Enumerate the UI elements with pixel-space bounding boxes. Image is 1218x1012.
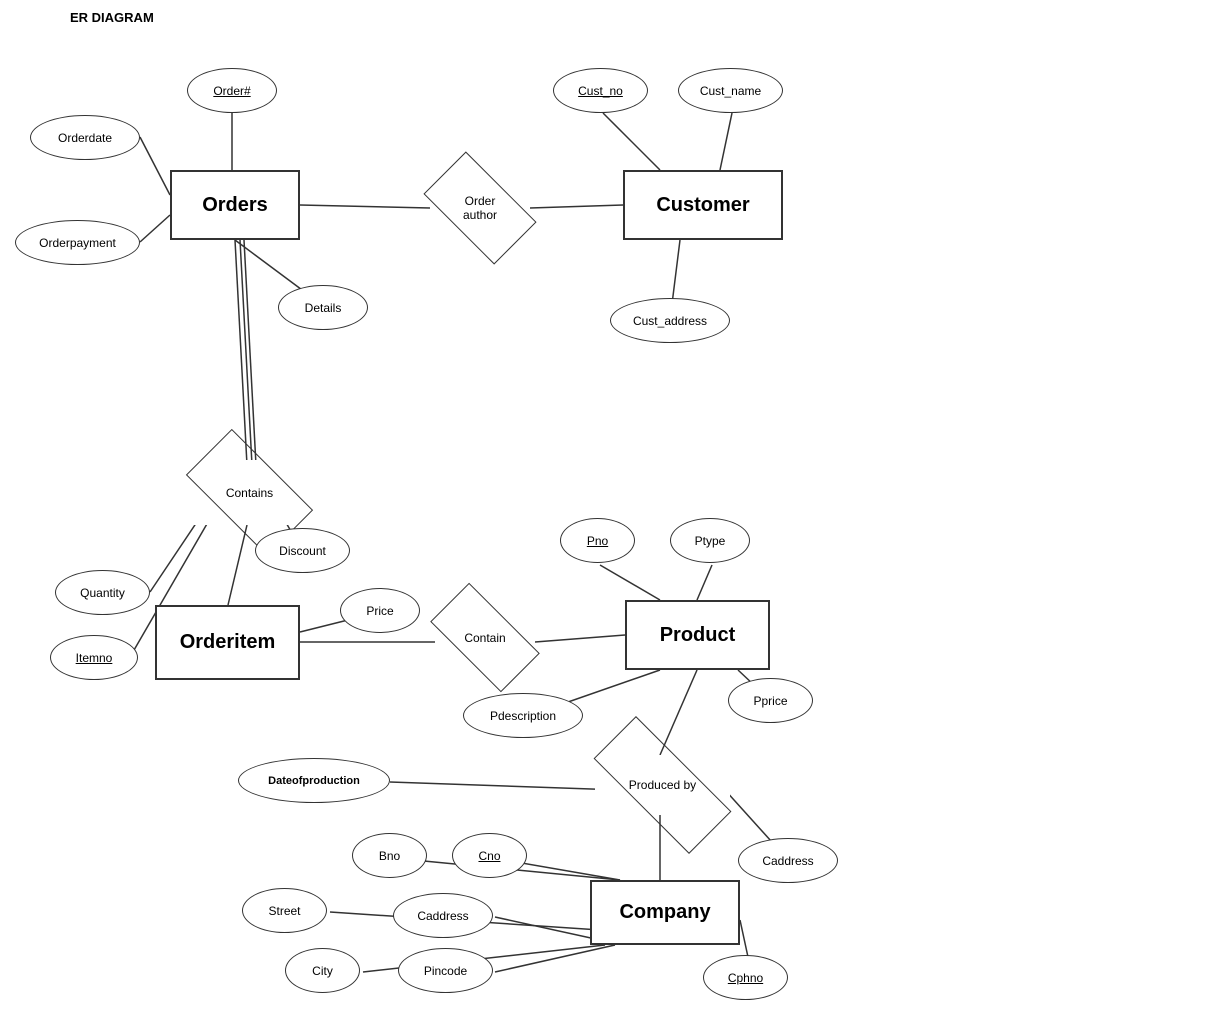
attr-pprice: Pprice — [728, 678, 813, 723]
entity-orderitem: Orderitem — [155, 605, 300, 680]
relationship-contain: Contain — [435, 610, 535, 665]
attr-custaddress: Cust_address — [610, 298, 730, 343]
er-diagram: ER DIAGRAM — [0, 0, 1218, 1012]
entity-company: Company — [590, 880, 740, 945]
entity-product: Product — [625, 600, 770, 670]
attr-cphno: Cphno — [703, 955, 788, 1000]
attr-custno: Cust_no — [553, 68, 648, 113]
attr-discount: Discount — [255, 528, 350, 573]
attr-pno: Pno — [560, 518, 635, 563]
attr-details: Details — [278, 285, 368, 330]
entity-customer: Customer — [623, 170, 783, 240]
attr-pincode: Pincode — [398, 948, 493, 993]
attr-bno: Bno — [352, 833, 427, 878]
attr-orderno: Order# — [187, 68, 277, 113]
attr-caddress2: Caddress — [738, 838, 838, 883]
attr-orderdate: Orderdate — [30, 115, 140, 160]
attr-custname: Cust_name — [678, 68, 783, 113]
attr-pdescription: Pdescription — [463, 693, 583, 738]
attr-orderpayment: Orderpayment — [15, 220, 140, 265]
entity-orders: Orders — [170, 170, 300, 240]
attr-cno: Cno — [452, 833, 527, 878]
attr-city: City — [285, 948, 360, 993]
attr-ptype: Ptype — [670, 518, 750, 563]
relationship-contains: Contains — [192, 460, 307, 525]
attr-quantity: Quantity — [55, 570, 150, 615]
attr-street: Street — [242, 888, 327, 933]
attr-itemno: Itemno — [50, 635, 138, 680]
attr-dateofproduction: Dateofproduction — [238, 758, 390, 803]
attr-price: Price — [340, 588, 420, 633]
attr-caddress: Caddress — [393, 893, 493, 938]
diagram-title: ER DIAGRAM — [70, 10, 154, 25]
relationship-order-author: Order author — [430, 178, 530, 238]
connector-lines — [0, 0, 1218, 1012]
relationship-produced-by: Produced by — [595, 755, 730, 815]
